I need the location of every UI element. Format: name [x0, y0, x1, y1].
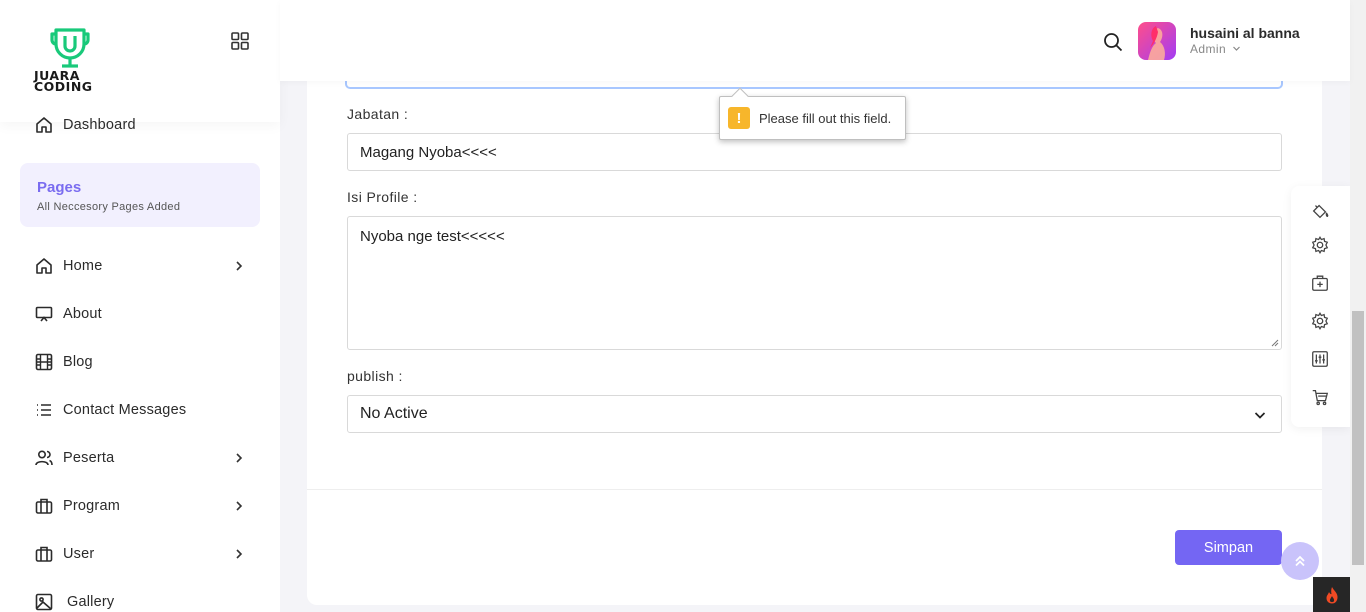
card-footer-divider: [307, 489, 1322, 490]
validation-tooltip: ! Please fill out this field.: [719, 87, 906, 140]
avatar[interactable]: [1138, 22, 1176, 60]
chevron-right-icon: [236, 453, 243, 463]
sidebar-item-blog[interactable]: Blog: [34, 350, 248, 374]
chevron-right-icon: [236, 261, 243, 271]
sidebar-item-label: User: [63, 546, 95, 562]
warning-icon: !: [728, 107, 750, 129]
user-role-dropdown[interactable]: Admin: [1190, 42, 1241, 56]
image-icon: [34, 592, 54, 612]
brand-name: JUARA CODING: [34, 69, 93, 94]
isi-profile-value: Nyoba nge test<<<<<: [360, 228, 505, 245]
sidebar-item-user[interactable]: User: [34, 542, 248, 566]
users-icon: [34, 448, 54, 468]
sidebar-item-about[interactable]: About: [34, 302, 248, 326]
home-icon: [34, 256, 54, 276]
gear-icon[interactable]: [1309, 310, 1331, 332]
sidebar-item-gallery[interactable]: Gallery: [34, 590, 248, 612]
sidebar-item-label: Peserta: [63, 450, 115, 466]
apps-grid-icon[interactable]: [229, 30, 251, 52]
isi-profile-textarea[interactable]: Nyoba nge test<<<<<: [347, 216, 1282, 350]
gear-icon[interactable]: [1309, 234, 1331, 256]
cart-icon[interactable]: [1309, 386, 1331, 408]
user-name: husaini al banna: [1190, 25, 1300, 41]
avatar-image: [1148, 26, 1165, 60]
search-icon[interactable]: [1102, 31, 1124, 53]
jabatan-label: Jabatan :: [347, 106, 409, 122]
chevron-right-icon: [236, 549, 243, 559]
fire-icon: [1326, 586, 1338, 603]
chevron-down-icon: [1232, 46, 1240, 51]
briefcase-icon: [34, 544, 54, 564]
medical-bag-icon[interactable]: [1309, 272, 1331, 294]
sidebar-item-contact-messages[interactable]: Contact Messages: [34, 398, 248, 422]
film-icon: [34, 352, 54, 372]
right-tool-panel: [1291, 186, 1350, 427]
logo-area: JUARA CODING: [0, 0, 280, 122]
isi-profile-label: Isi Profile :: [347, 189, 418, 205]
sidebar-item-label: Home: [63, 258, 103, 274]
top-header: husaini al banna Admin: [280, 0, 1350, 81]
double-chevron-up-icon: [1295, 555, 1305, 567]
publish-select[interactable]: No Active: [347, 395, 1282, 433]
equalizer-icon[interactable]: [1309, 348, 1331, 370]
list-icon: [34, 400, 54, 420]
briefcase-icon: [34, 496, 54, 516]
jabatan-input-value: Magang Nyoba<<<<: [360, 143, 497, 161]
sidebar-item-home[interactable]: Home: [34, 254, 248, 278]
monitor-icon: [34, 304, 54, 324]
sidebar-item-label: Blog: [63, 354, 93, 370]
sidebar-item-label: About: [63, 306, 102, 322]
fire-badge[interactable]: [1313, 577, 1350, 612]
brand-logo-icon[interactable]: [34, 28, 106, 68]
validation-tooltip-text: Please fill out this field.: [759, 110, 892, 126]
sidebar-item-peserta[interactable]: Peserta: [34, 446, 248, 470]
sidebar-item-program[interactable]: Program: [34, 494, 248, 518]
back-to-top-button[interactable]: [1281, 542, 1319, 580]
sidebar-item-label: Dashboard: [63, 117, 136, 133]
sidebar-item-label: Gallery: [67, 594, 115, 610]
paint-bucket-icon[interactable]: [1309, 200, 1331, 222]
save-button[interactable]: Simpan: [1175, 530, 1282, 565]
sidebar-item-label: Program: [63, 498, 120, 514]
brand-name-line2: CODING: [34, 79, 93, 94]
publish-label: publish :: [347, 368, 403, 384]
resize-handle-icon[interactable]: [1271, 339, 1279, 347]
sidebar-item-dashboard[interactable]: Dashboard: [34, 113, 248, 137]
scrollbar-thumb[interactable]: [1352, 311, 1364, 565]
home-icon: [34, 115, 54, 135]
sidebar-item-label: Contact Messages: [63, 402, 187, 418]
chevron-down-icon: [1254, 412, 1266, 419]
pages-section: Pages All Neccesory Pages Added: [20, 163, 260, 227]
pages-section-subtitle: All Neccesory Pages Added: [37, 201, 181, 213]
chevron-right-icon: [236, 501, 243, 511]
user-role-label: Admin: [1190, 42, 1227, 56]
pages-section-title: Pages: [37, 179, 82, 196]
sidebar: JUARA CODING Dashboard Pages All Necceso…: [0, 0, 280, 612]
publish-selected-value: No Active: [360, 405, 428, 422]
